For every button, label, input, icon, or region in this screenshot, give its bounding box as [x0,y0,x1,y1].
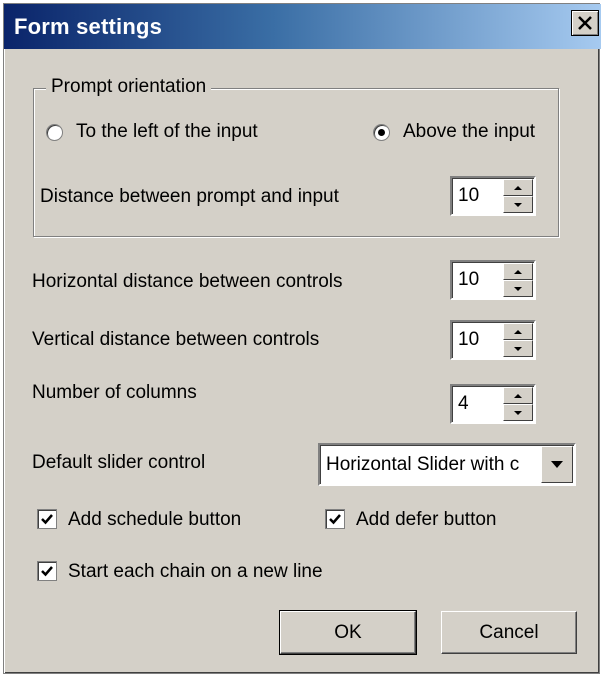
spin-down-button[interactable] [503,340,533,357]
add-defer-label[interactable]: Add defer button [356,509,497,531]
radio-above-input[interactable] [373,124,390,141]
number-of-columns-label: Number of columns [32,382,197,403]
distance-prompt-input-stepper[interactable]: 10 [450,176,536,216]
arrow-down-icon [514,410,522,415]
chevron-down-icon [551,461,563,468]
start-chain-new-line-label[interactable]: Start each chain on a new line [68,561,323,583]
spin-up-button[interactable] [503,323,533,340]
arrow-up-icon [514,329,522,334]
title-bar[interactable]: Form settings [4,4,601,49]
arrow-up-icon [514,393,522,398]
start-chain-new-line-checkbox[interactable] [37,561,57,581]
default-slider-label: Default slider control [32,452,206,473]
prompt-orientation-legend: Prompt orientation [46,76,212,98]
check-icon [329,514,341,525]
horizontal-distance-label: Horizontal distance between controls [32,271,343,292]
distance-prompt-input-label: Distance between prompt and input [40,186,339,207]
spin-down-button[interactable] [503,404,533,421]
ok-button[interactable]: OK [279,610,417,655]
distance-prompt-input-value[interactable]: 10 [458,185,479,207]
default-slider-value[interactable]: Horizontal Slider with c [326,454,538,476]
radio-left-of-input-label[interactable]: To the left of the input [76,121,258,143]
arrow-up-icon [514,185,522,190]
spin-up-button[interactable] [503,263,533,280]
arrow-up-icon [514,269,522,274]
arrow-down-icon [514,346,522,351]
radio-left-of-input[interactable] [46,124,63,141]
spin-down-button[interactable] [503,196,533,213]
default-slider-select[interactable]: Horizontal Slider with c [318,443,576,486]
radio-selected-dot [378,129,385,136]
horizontal-distance-value[interactable]: 10 [458,269,479,291]
cancel-button[interactable]: Cancel [441,611,577,654]
number-of-columns-stepper[interactable]: 4 [450,384,536,424]
dialog-title: Form settings [14,14,163,39]
close-icon [578,16,592,30]
vertical-distance-value[interactable]: 10 [458,329,479,351]
horizontal-distance-stepper[interactable]: 10 [450,260,536,300]
close-button[interactable] [571,10,599,36]
arrow-down-icon [514,202,522,207]
spin-up-button[interactable] [503,387,533,404]
vertical-distance-stepper[interactable]: 10 [450,320,536,360]
add-schedule-checkbox[interactable] [37,509,57,529]
radio-above-input-label[interactable]: Above the input [403,121,535,143]
check-icon [41,514,53,525]
vertical-distance-label: Vertical distance between controls [32,329,320,350]
dropdown-button[interactable] [541,446,573,483]
check-icon [41,566,53,577]
number-of-columns-value[interactable]: 4 [458,393,469,415]
arrow-down-icon [514,286,522,291]
add-defer-checkbox[interactable] [325,509,345,529]
spin-down-button[interactable] [503,280,533,297]
add-schedule-label[interactable]: Add schedule button [68,509,241,531]
spin-up-button[interactable] [503,179,533,196]
